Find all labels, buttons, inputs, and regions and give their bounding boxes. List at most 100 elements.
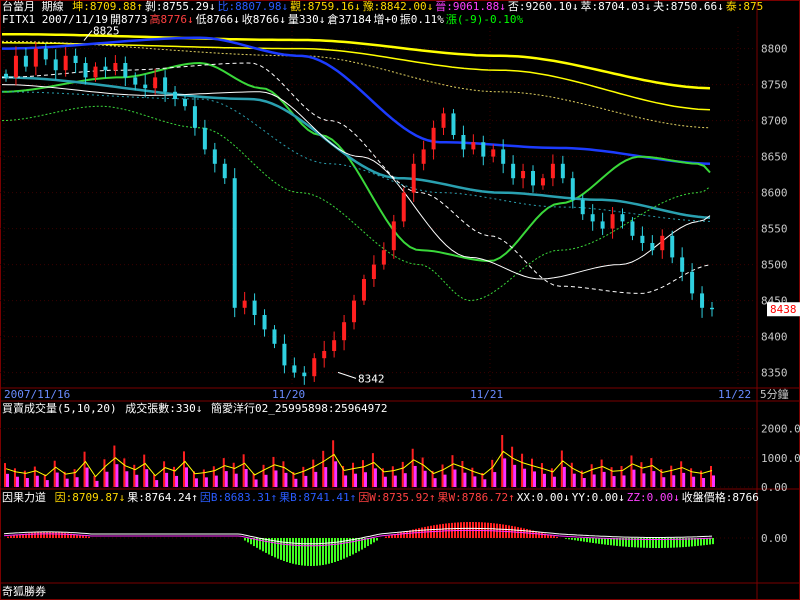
high-annotation: 8825 [93,25,120,38]
volume-bar [33,466,36,487]
volume-bar-avg [632,469,636,487]
quote-field-2: 高8776↓ [149,13,194,26]
volume-bar [570,462,573,487]
volume-bar [282,461,285,487]
volume-bar-avg [125,471,129,487]
volume-bar [441,464,444,487]
volume-bar-avg [572,473,576,487]
indicator-value-3: 觀:8759.16↓ [290,0,361,13]
force-bar [556,536,558,538]
force-bar [370,538,372,545]
volume-bar-avg [523,468,527,487]
volume-bar-avg [184,467,188,487]
chart-canvas[interactable]: 8800875087008650860085508500845084008350… [0,0,800,600]
candle-body [411,163,416,193]
candle-body [13,55,18,78]
volume-bar [491,459,494,487]
force-bar [289,538,291,563]
force-bar [388,535,390,538]
candle-body [580,199,585,215]
indicator-value-7: 萃:8704.03↓ [580,0,652,13]
candle-body [451,113,456,135]
candle-body [511,163,516,179]
force-bar [82,535,84,538]
volume-bar-avg [15,476,19,487]
force-bar [46,532,48,538]
volume-bar-avg [274,470,278,487]
candle-body [471,142,476,150]
force-value-0: 因:8709.87↓ [54,491,126,504]
volume-tick-label: 2000.0 [761,423,800,436]
candle-body [173,91,178,99]
force-bar [7,536,9,538]
candle-body [381,250,386,265]
volume-bar [4,463,6,487]
candle-body [262,315,267,330]
candle-body [133,77,138,85]
indicator-name: 因果力道 [2,491,46,504]
candle-body [421,149,426,164]
candle-body [322,351,327,359]
volume-bar-avg [45,480,49,487]
volume-bar [43,474,46,487]
force-bar [10,536,12,538]
volume-bar-avg [244,469,248,487]
volume-bar-avg [622,475,626,487]
quote-field-5: 量330↓ [287,13,326,26]
force-bar [58,532,60,538]
volume-bar [401,461,404,487]
volume-bar-avg [105,471,109,487]
volume-bar [540,463,543,487]
candle-body [4,73,8,78]
volume-bar [123,458,126,487]
force-bar [607,538,609,545]
volume-bar [202,469,205,487]
volume-bar-avg [473,476,477,487]
force-bar [295,538,297,565]
force-bar [301,538,303,566]
force-value-2: 因B:8683.31↑ [199,491,278,504]
force-bar [601,538,603,545]
volume-bar-avg [234,473,238,487]
force-bar [85,536,87,538]
candle-body [232,178,237,308]
volume-bar-avg [493,472,497,487]
force-value-1: 果:8764.24↑ [127,491,198,504]
candle-body [182,99,187,107]
volume-bar-avg [642,473,646,487]
ma-blue [2,36,711,166]
volume-bar-avg [463,472,467,487]
candle-body [590,214,595,222]
candle-body [610,214,615,229]
force-bar [49,532,51,538]
candle-body [292,365,297,373]
force-bar [592,538,594,543]
quote-field-0: FITX1 2007/11/19 [2,13,108,26]
volume-bar [262,464,265,487]
candle-body [640,235,645,243]
force-bar [553,536,555,538]
volume-bar-avg [672,475,676,487]
volume-bar [232,462,235,487]
y-tick-label: 8800 [761,43,788,56]
volume-bar [153,474,156,487]
volume-bar-avg [662,477,666,487]
force-bar [355,538,357,553]
force-bar [322,538,324,565]
y-tick-label: 8550 [761,223,788,236]
force-bar [565,538,567,539]
force-bar [52,532,54,538]
volume-bar-avg [135,474,139,487]
volume-bar [411,448,414,487]
volume-bar-avg [363,472,367,487]
indicator-value-4: 豫:8842.00↓ [362,0,434,13]
quote-line: FITX1 2007/11/19 開8773 高8776↓ 低8766↓ 收8766↓ 量… [2,13,525,26]
volume-bar [461,461,464,487]
volume-bar-avg [304,475,308,487]
force-bar [325,538,327,565]
force-bar [598,538,600,544]
candle-body [600,221,605,229]
volume-bar [212,466,215,487]
candle-body [33,48,38,67]
volume-bar-avg [652,471,656,487]
